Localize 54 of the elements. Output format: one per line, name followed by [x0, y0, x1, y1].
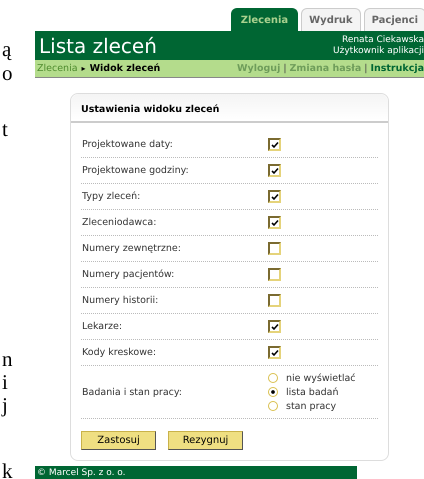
- radio-button[interactable]: [268, 401, 278, 411]
- user-name: Renata Ciekawska: [342, 34, 424, 46]
- checkbox[interactable]: [268, 164, 281, 177]
- setting-label: Numery pacjentów:: [81, 269, 176, 280]
- checkbox[interactable]: [268, 320, 281, 333]
- background-text-fragment: ą: [2, 38, 12, 60]
- link-separator: |: [364, 63, 368, 74]
- setting-label: Zleceniodawca:: [81, 217, 158, 228]
- setting-label: Badania i stan pracy:: [81, 386, 184, 398]
- checkbox[interactable]: [268, 216, 281, 229]
- header-link[interactable]: Instrukcja: [370, 63, 424, 74]
- radio-label: lista badań: [286, 386, 339, 398]
- check-icon: [270, 322, 278, 330]
- radio-button[interactable]: [268, 387, 278, 397]
- check-icon: [270, 166, 278, 174]
- background-text-fragment: n: [2, 348, 12, 370]
- user-role: Użytkownik aplikacji: [333, 46, 424, 56]
- form-button[interactable]: Rezygnuj: [168, 431, 243, 450]
- checkbox[interactable]: [268, 294, 281, 307]
- background-text-fragment: o: [2, 62, 12, 84]
- setting-label: Numery historii:: [81, 295, 160, 306]
- background-text-fragment: j: [2, 394, 8, 416]
- check-icon: [270, 192, 278, 200]
- setting-label: Lekarze:: [81, 321, 124, 332]
- copyright-text: © Marcel Sp. z o. o.: [37, 468, 126, 478]
- page-title: Lista zleceń: [39, 34, 157, 58]
- tab[interactable]: Pacjenci: [364, 8, 424, 31]
- setting-label: Projektowane godziny:: [81, 165, 190, 176]
- background-text-fragment: t: [2, 118, 8, 140]
- tab[interactable]: Zlecenia: [230, 8, 298, 31]
- check-icon: [270, 348, 278, 356]
- setting-label: Kody kreskowe:: [81, 347, 158, 358]
- card-title: Ustawienia widoku zleceń: [71, 94, 388, 123]
- radio-label: stan pracy: [286, 400, 336, 412]
- checkbox[interactable]: [268, 346, 281, 359]
- checkbox[interactable]: [268, 138, 281, 151]
- breadcrumb-link[interactable]: Zlecenia: [37, 63, 78, 74]
- checkbox[interactable]: [268, 190, 281, 203]
- tab[interactable]: Wydruk: [301, 8, 361, 31]
- checkbox[interactable]: [268, 242, 281, 255]
- background-text-fragment: k: [2, 460, 12, 479]
- breadcrumb-current: Widok zleceń: [90, 63, 160, 74]
- check-icon: [270, 218, 278, 226]
- radio-label: nie wyświetlać: [286, 372, 356, 384]
- form-button[interactable]: Zastosuj: [81, 431, 156, 450]
- setting-label: Numery zewnętrzne:: [81, 243, 182, 254]
- check-icon: [270, 140, 278, 148]
- setting-label: Projektowane daty:: [81, 139, 174, 150]
- link-separator: |: [283, 63, 287, 74]
- checkbox[interactable]: [268, 268, 281, 281]
- radio-button[interactable]: [268, 373, 278, 383]
- breadcrumb-separator-icon: ▸: [82, 64, 86, 73]
- setting-label: Typy zleceń:: [81, 191, 142, 202]
- background-text-fragment: i: [2, 371, 8, 393]
